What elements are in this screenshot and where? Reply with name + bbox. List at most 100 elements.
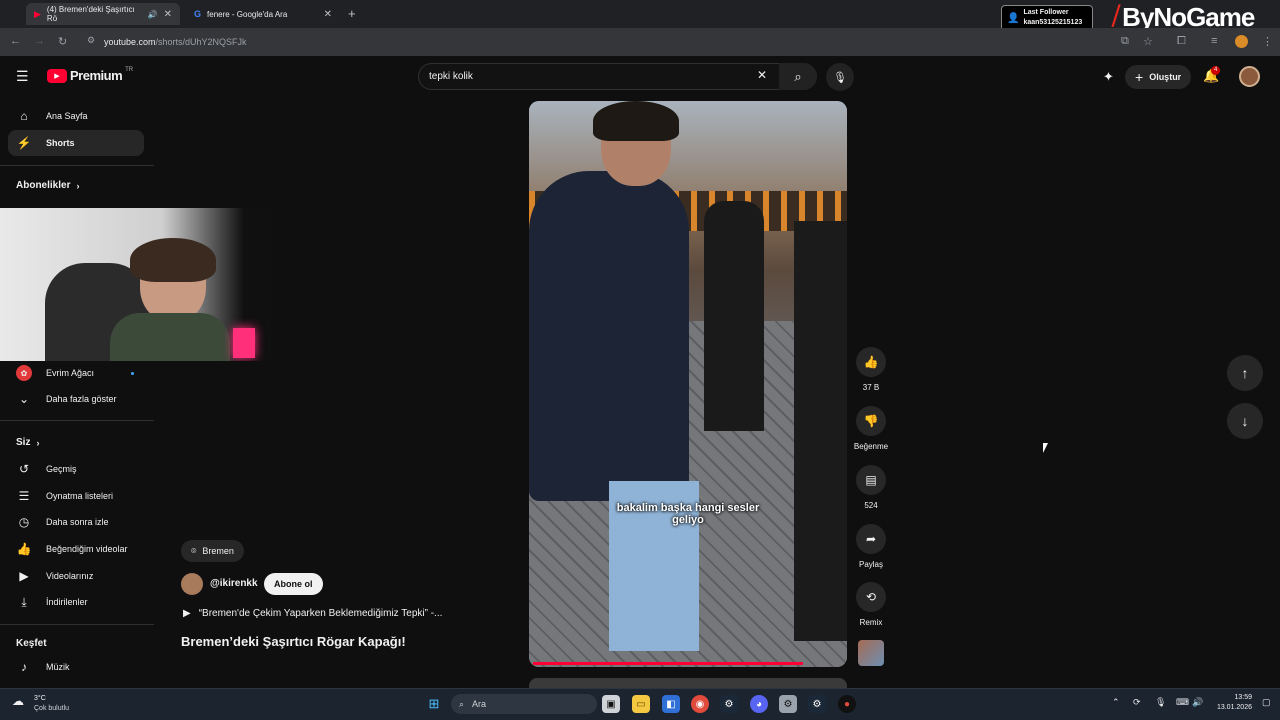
subscriptions-heading[interactable]: Abonelikler ›: [16, 180, 79, 191]
sound-thumbnail[interactable]: [858, 640, 884, 666]
site-info-icon[interactable]: ⚙: [87, 35, 95, 46]
weather-cloud-icon[interactable]: ☁: [12, 694, 24, 708]
comments-action[interactable]: ▤ 524: [853, 465, 889, 510]
location-chip[interactable]: ⌾ Bremen: [181, 540, 244, 562]
url-field[interactable]: youtube.com/shorts/dUhY2NQSFJk: [104, 37, 247, 47]
comment-count: 524: [864, 501, 878, 510]
comments-button[interactable]: ▤: [856, 465, 886, 495]
install-app-icon[interactable]: ⧉: [1121, 35, 1129, 48]
short-video-player[interactable]: [529, 101, 847, 667]
search-button[interactable]: ⌕: [779, 63, 817, 90]
sidebar-item-playlists[interactable]: ☰ Oynatma listeleri: [8, 483, 144, 509]
sidebar-item-music[interactable]: ♪ Müzik: [8, 654, 144, 680]
caption-line: geliyo: [672, 514, 704, 526]
like-action[interactable]: 👍 37 B: [853, 347, 889, 392]
create-button[interactable]: + Oluştur: [1125, 65, 1192, 89]
sidebar-item-downloads[interactable]: ⤓ İndirilenler: [8, 589, 144, 615]
like-button[interactable]: 👍: [856, 347, 886, 377]
taskbar-search[interactable]: ⌕ Ara: [451, 694, 597, 714]
tray-sync-icon[interactable]: ⟳: [1133, 697, 1141, 708]
channel-name[interactable]: @ikirenkk: [210, 578, 258, 589]
discord-icon[interactable]: ◕: [750, 695, 768, 713]
windows-start-icon[interactable]: ⊞: [425, 695, 443, 713]
close-tab-icon[interactable]: ✕: [324, 9, 332, 20]
youtube-premium-logo[interactable]: ▶ Premium TR: [47, 67, 133, 83]
steam-app-icon[interactable]: ⚙: [808, 695, 826, 713]
remix-action[interactable]: ⟲ Remix: [853, 582, 889, 627]
file-explorer-icon[interactable]: ▭: [632, 695, 650, 713]
store-icon[interactable]: ◧: [662, 695, 680, 713]
sidebar-item-shorts[interactable]: ⚡ Shorts: [8, 130, 144, 156]
profile-avatar[interactable]: [1235, 35, 1248, 48]
hamburger-menu-icon[interactable]: ☰: [16, 68, 29, 85]
sidebar-show-more[interactable]: ⌄ Daha fazla göster: [8, 386, 144, 412]
sidebar-divider: [0, 165, 154, 166]
sidebar-item-your-videos[interactable]: ▶ Videolarınız: [8, 563, 144, 589]
remix-label: Remix: [859, 618, 883, 627]
play-icon: ▶: [183, 608, 191, 619]
comment-icon: ▤: [865, 473, 877, 487]
sidebar-item-liked-videos[interactable]: 👍 Beğendiğim videolar: [8, 536, 144, 562]
next-short-button[interactable]: ↓: [1227, 403, 1263, 439]
video-progress-bar[interactable]: [533, 662, 803, 665]
tab-google[interactable]: G fenere - Google'da Ara ✕: [186, 3, 340, 25]
sidebar-divider: [0, 624, 154, 625]
notification-center-icon[interactable]: ▢: [1262, 697, 1271, 708]
weather-widget[interactable]: 3°C Çok bulutlu: [34, 694, 69, 714]
youtube-play-icon: ▶: [47, 68, 67, 83]
person-shirt: [110, 313, 230, 361]
share-label: Paylaş: [858, 560, 883, 569]
settings-icon[interactable]: ⚙: [779, 695, 797, 713]
bookmark-star-icon[interactable]: ☆: [1143, 35, 1153, 48]
dislike-action[interactable]: 👎 Beğenme: [849, 406, 893, 451]
brand-mark-icon: ⧸: [1112, 3, 1121, 30]
taskbar-clock[interactable]: 13:59 13.01.2026: [1212, 693, 1252, 713]
share-button[interactable]: ➦: [856, 524, 886, 554]
app-icon[interactable]: ●: [838, 695, 856, 713]
media-icon[interactable]: ≡: [1211, 35, 1217, 47]
subscribe-button[interactable]: Abone ol: [264, 573, 323, 595]
you-heading[interactable]: Siz ›: [16, 437, 39, 448]
sidebar-item-watch-later[interactable]: ◷ Daha sonra izle: [8, 509, 144, 535]
tray-volume-icon[interactable]: 🔊: [1192, 697, 1203, 708]
sidebar-item-evrim-agaci[interactable]: ✿ Evrim Ağacı: [8, 360, 144, 386]
chrome-icon[interactable]: ◉: [691, 695, 709, 713]
channel-avatar: ✿: [16, 365, 32, 381]
video-icon: ▶: [19, 569, 29, 583]
sidebar-item-home[interactable]: ⌂ Ana Sayfa: [8, 103, 144, 129]
download-icon: ⤓: [21, 594, 27, 609]
related-video-link[interactable]: ▶ “Bremen'de Çekim Yaparken Beklemediğim…: [183, 608, 442, 619]
forward-icon[interactable]: →: [34, 35, 45, 47]
extensions-icon[interactable]: ⧠: [1177, 35, 1186, 48]
tray-chevron-icon[interactable]: ⌃: [1112, 697, 1120, 708]
sidebar-item-history[interactable]: ↺ Geçmiş: [8, 456, 144, 482]
chevron-down-icon: ⌄: [18, 392, 30, 406]
account-avatar[interactable]: [1239, 66, 1260, 87]
tray-network-icon[interactable]: ⌨: [1176, 697, 1189, 708]
sidebar-item-label: Videolarınız: [46, 571, 94, 581]
new-tab-icon[interactable]: +: [348, 6, 356, 21]
voice-search-button[interactable]: 🎙: [826, 63, 854, 91]
channel-avatar[interactable]: [181, 573, 203, 595]
remix-button[interactable]: ⟲: [856, 582, 886, 612]
steam-icon[interactable]: ⚙: [720, 695, 738, 713]
menu-dots-icon[interactable]: ⋮: [1262, 35, 1273, 48]
dislike-button[interactable]: 👎: [856, 406, 886, 436]
speaker-icon[interactable]: 🔊: [148, 10, 158, 19]
task-view-icon[interactable]: ▣: [602, 695, 620, 713]
share-action[interactable]: ➦ Paylaş: [853, 524, 889, 569]
create-ai-icon[interactable]: ✦: [1103, 69, 1114, 85]
clear-search-icon[interactable]: ✕: [757, 68, 767, 82]
video-hair: [593, 101, 679, 141]
clock-icon: ◷: [18, 515, 30, 529]
reload-icon[interactable]: ↻: [58, 35, 67, 48]
clock-date: 13.01.2026: [1216, 704, 1252, 711]
tab-title: fenere - Google'da Ara: [207, 9, 288, 19]
back-icon[interactable]: ←: [10, 35, 21, 47]
close-tab-icon[interactable]: ✕: [164, 9, 172, 20]
tray-mic-icon[interactable]: 🎙: [1155, 697, 1166, 708]
youtube-favicon-icon: ▶: [34, 8, 41, 19]
tab-youtube[interactable]: ▶ (4) Bremen'deki Şaşırtıcı Rö 🔊 ✕: [26, 3, 180, 25]
previous-short-button[interactable]: ↑: [1227, 355, 1263, 391]
share-arrow-icon: ➦: [865, 532, 877, 546]
